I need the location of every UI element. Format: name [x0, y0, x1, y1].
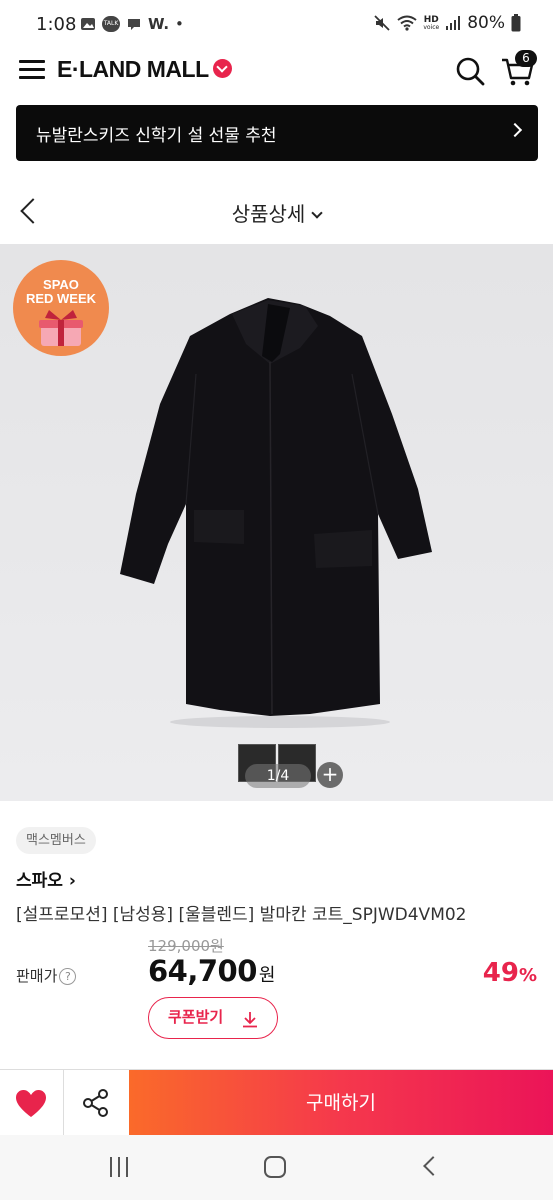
help-icon[interactable]: ?: [59, 968, 77, 985]
image-pager: 1/4: [245, 764, 311, 788]
status-right: HD voice 80%: [373, 13, 521, 33]
heart-icon: [16, 1090, 46, 1117]
promo-banner[interactable]: 뉴발란스키즈 신학기 설 선물 추천: [16, 105, 538, 161]
price-value: 64,700: [148, 954, 257, 988]
logo-text: E·LAND MALL: [57, 56, 209, 82]
eland-mall-logo[interactable]: E·LAND MALL: [57, 56, 232, 83]
download-icon: [243, 1012, 257, 1028]
sale-price: 64,700 원: [148, 954, 275, 988]
badge-line1: SPAO: [43, 277, 79, 292]
zoom-plus-button[interactable]: +: [317, 762, 343, 788]
chat-icon: [128, 19, 140, 30]
member-tag: 맥스멤버스: [16, 827, 96, 854]
coupon-button[interactable]: 쿠폰받기: [148, 997, 278, 1039]
wishlist-button[interactable]: [0, 1070, 64, 1136]
title-bar: 상품상세: [0, 178, 553, 244]
red-week-badge: SPAO RED WEEK: [13, 260, 109, 356]
menu-icon[interactable]: [19, 60, 45, 80]
chevron-right-icon: [507, 122, 523, 138]
cart-count-badge: 6: [515, 50, 537, 67]
recent-apps-icon[interactable]: [110, 1157, 132, 1177]
sale-price-label: 판매가?: [16, 965, 77, 986]
sale-label-text: 판매가: [16, 967, 58, 985]
signal-icon: [446, 16, 461, 30]
battery-icon: [511, 14, 521, 32]
share-icon: [83, 1089, 108, 1117]
coupon-label: 쿠폰받기: [168, 1008, 224, 1026]
banner-text: 뉴발란스키즈 신학기 설 선물 추천: [36, 126, 277, 146]
gift-icon: [39, 310, 83, 346]
bottom-action-bar: 구매하기: [0, 1069, 553, 1136]
gallery-icon: [81, 18, 95, 30]
home-icon[interactable]: [264, 1156, 286, 1178]
mute-icon: [374, 15, 390, 31]
currency: 원: [258, 965, 276, 986]
notif-w: W.: [148, 15, 170, 33]
logo-check-icon: [212, 59, 232, 79]
app-header: E·LAND MALL: [0, 48, 553, 96]
brand-link[interactable]: 스파오 ›: [16, 866, 76, 891]
wifi-icon: [397, 15, 417, 31]
chevron-down-icon: [311, 207, 323, 219]
notif-dot: •: [175, 15, 184, 33]
discount-unit: %: [518, 965, 537, 986]
search-icon[interactable]: [455, 56, 485, 86]
product-image[interactable]: SPAO RED WEEK 1/4 +: [0, 244, 553, 801]
product-name: [설프로모션] [남성용] [울블렌드] 발마칸 코트_SPJWD4VM02: [16, 905, 467, 925]
badge-line2: RED WEEK: [25, 291, 97, 306]
talk-icon: TALK: [102, 16, 120, 32]
system-nav-bar: [0, 1135, 553, 1200]
discount-value: 49: [482, 958, 519, 988]
status-time: 1:08: [36, 14, 77, 35]
hd-voice-icon: HD voice: [423, 14, 440, 31]
battery-text: 80%: [467, 13, 505, 33]
original-price: 129,000원: [148, 937, 224, 955]
nav-back-icon[interactable]: [423, 1156, 443, 1176]
notification-icons: TALK W. •: [80, 15, 184, 33]
discount-rate: 49%: [483, 958, 537, 988]
status-bar: 1:08 TALK W. • HD voice 80%: [0, 0, 553, 48]
buy-button[interactable]: 구매하기: [129, 1070, 553, 1136]
page-title-text: 상품상세: [231, 202, 306, 226]
page-title[interactable]: 상품상세: [0, 198, 553, 227]
share-button[interactable]: [64, 1070, 128, 1136]
